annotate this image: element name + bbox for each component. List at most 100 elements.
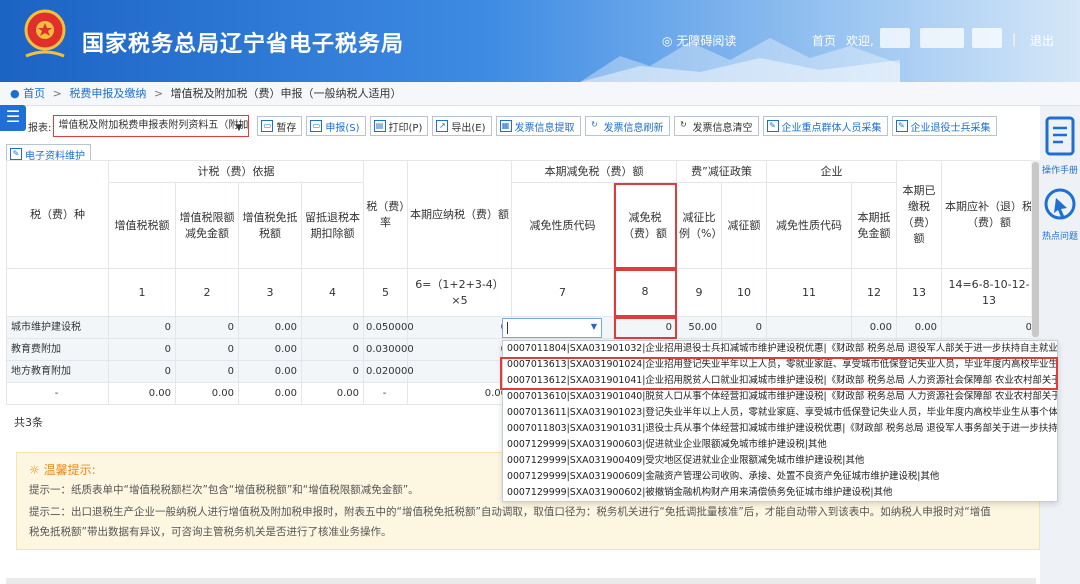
dropdown-option[interactable]: 0007013613|SXA031901024|企业招用登记失业半年以上人员，零… xyxy=(503,357,1057,373)
key-group-collect-button[interactable]: ✎ 企业重点群体人员采集 xyxy=(762,116,888,136)
cell-offset-amount: 0.00 xyxy=(851,316,898,339)
home-link[interactable]: 首页 xyxy=(812,32,836,49)
cell-retained-refund[interactable]: 0 xyxy=(301,338,364,361)
export-button[interactable]: ↗ 导出(E) xyxy=(432,116,492,136)
dropdown-option[interactable]: 0007011803|SXA031901031|退役士兵从事个体经营扣减城市维护… xyxy=(503,421,1057,437)
username-redacted xyxy=(880,28,910,48)
accessibility-link[interactable]: ◎ 无障碍阅读 xyxy=(662,32,736,49)
accessibility-label: 无障碍阅读 xyxy=(676,34,737,48)
export-label: 导出(E) xyxy=(451,122,486,134)
cell-vat-limit[interactable]: 0 xyxy=(175,338,239,361)
scrollbar-thumb[interactable] xyxy=(1032,162,1039,337)
col-number: 6=（1+2+3-4）×5 xyxy=(407,268,512,317)
col-number: 7 xyxy=(511,268,614,317)
header-vat-exempt-offset: 增值税免抵税额 xyxy=(238,182,302,269)
cell-vat-exempt[interactable]: 0.00 xyxy=(238,316,302,339)
invoice-refresh-label: 发票信息刷新 xyxy=(603,122,664,134)
username-redacted-2 xyxy=(920,28,964,48)
cell-reduce-ratio: 50.00 xyxy=(676,316,722,339)
dropdown-option[interactable]: 0007011804|SXA031901032|企业招用退役士兵扣减城市维护建设… xyxy=(503,341,1057,357)
dropdown-option[interactable]: 0007013610|SXA031901040|脱贫人口从事个体经营扣减城市维护… xyxy=(503,389,1057,405)
welcome-text: 欢迎, xyxy=(846,34,874,48)
invoice-refresh-button[interactable]: ↻ 发票信息刷新 xyxy=(584,116,670,136)
submit-button[interactable]: ▭ 申报(S) xyxy=(306,116,366,136)
breadcrumb-home[interactable]: 首页 xyxy=(23,87,45,100)
dropdown-option[interactable]: 0007129999|SXA031900609|金融资产管理公司收购、承接、处置… xyxy=(503,469,1057,485)
col-number: 1 xyxy=(108,268,176,317)
col-number: 4 xyxy=(301,268,364,317)
col-number: 3 xyxy=(238,268,302,317)
report-select[interactable]: 增值税及附加税费申报表附列资料五（附加 ▼ xyxy=(53,115,250,137)
cell-total: 0.00 xyxy=(301,382,364,405)
col-number: 11 xyxy=(766,268,853,317)
header-policy-group: 费”减征政策 xyxy=(675,160,768,183)
cell-paid: 0.00 xyxy=(896,316,943,339)
col-number: 5 xyxy=(363,268,408,317)
tip-line-2: 提示二：出口退税生产企业一般纳税人进行增值税及附加税申报时，附表五中的“增值税免… xyxy=(29,506,991,518)
dropdown-option[interactable]: 0007129999|SXA031900409|受灾地区促进就业企业限额减免城市… xyxy=(503,453,1057,469)
header-paid: 本期已缴税（费）额 xyxy=(896,160,943,269)
col-number: 13 xyxy=(896,268,943,317)
tax-emblem-logo xyxy=(24,9,66,58)
header-refund: 本期应补（退）税（费）额 xyxy=(941,160,1038,269)
hot-issues-tool[interactable]: 热点问题 xyxy=(1040,186,1080,242)
header-retained-refund: 留抵退税本期扣除额 xyxy=(301,182,364,269)
row-tax-name: 地方教育附加 xyxy=(6,360,109,383)
header-basis-group: 计税（费）依据 xyxy=(108,160,364,183)
header-enterprise-code: 减免性质代码 xyxy=(766,182,853,269)
header-reduce-amount: 减征额 xyxy=(720,182,768,269)
veteran-collect-button[interactable]: ✎ 企业退役士兵采集 xyxy=(891,116,997,136)
cell-enterprise-code[interactable] xyxy=(766,316,853,339)
cell-reduction-amount[interactable]: 0 xyxy=(613,316,677,339)
cell-rate: 0.050000 xyxy=(363,316,414,339)
hot-issues-label: 热点问题 xyxy=(1041,232,1078,242)
report-select-label: 报表: xyxy=(28,122,52,134)
header-enterprise-group: 企业 xyxy=(766,160,898,183)
location-pin-icon: ● xyxy=(10,87,20,100)
col-number: 14=6-8-10-12-13 xyxy=(941,268,1038,317)
row-tax-name: - xyxy=(6,382,109,405)
menu-toggle-icon[interactable]: ☰ xyxy=(0,105,26,131)
header-reduction-code: 减免性质代码 xyxy=(511,182,614,269)
print-button[interactable]: ▤ 打印(P) xyxy=(369,116,429,136)
col-number: 9 xyxy=(676,268,722,317)
dropdown-option[interactable]: 0007129999|SXA031900603|促进就业企业限额减免城市维护建设… xyxy=(503,437,1057,453)
reduction-code-dropdown: 0007011804|SXA031901032|企业招用退役士兵扣减城市维护建设… xyxy=(502,340,1058,502)
logout-link[interactable]: 退出 xyxy=(1030,32,1054,49)
invoice-extract-button[interactable]: ▦ 发票信息提取 xyxy=(495,116,581,136)
printer-icon: ▤ xyxy=(373,120,386,132)
cell-vat-limit[interactable]: 0 xyxy=(175,316,239,339)
cell-vat-exempt[interactable]: 0.00 xyxy=(238,360,302,383)
cell-payable: 0 xyxy=(407,316,512,339)
manual-tool[interactable]: 操作手册 xyxy=(1040,114,1080,176)
cell-retained-refund[interactable]: 0 xyxy=(301,360,364,383)
dropdown-option[interactable]: 0007013612|SXA031901041|企业招用脱贫人口就业扣减城市维护… xyxy=(503,373,1057,389)
header-banner: 国家税务总局辽宁省电子税务局 ◎ 无障碍阅读 首页 欢迎, | 退出 xyxy=(0,0,1080,82)
cell-total: - xyxy=(363,382,408,405)
cell-vat-amount[interactable]: 0 xyxy=(108,316,176,339)
cell-retained-refund[interactable]: 0 xyxy=(301,316,364,339)
eye-icon: ◎ xyxy=(662,34,673,48)
horizontal-scrollbar[interactable] xyxy=(6,578,1036,584)
cell-vat-amount[interactable]: 0 xyxy=(108,338,176,361)
reduction-code-select[interactable]: ▼ xyxy=(502,318,602,338)
row-tax-name: 教育费附加 xyxy=(6,338,109,361)
chevron-down-icon: ▼ xyxy=(235,123,243,133)
clear-icon: ↻ xyxy=(680,120,687,129)
chevron-down-icon: ▼ xyxy=(590,322,597,331)
key-group-collect-label: 企业重点群体人员采集 xyxy=(781,122,882,134)
cell-vat-limit[interactable]: 0 xyxy=(175,360,239,383)
cell-total: 0.00 xyxy=(108,382,176,405)
save-draft-button[interactable]: ▭ 暂存 xyxy=(257,116,303,136)
breadcrumb-separator: > xyxy=(52,87,62,100)
col-number: 10 xyxy=(720,268,768,317)
dropdown-option[interactable]: 0007129999|SXA031900602|被撤销金融机构财产用来清偿债务免… xyxy=(503,485,1057,501)
invoice-clear-button[interactable]: ↻ 发票信息清空 xyxy=(673,116,759,136)
tips-title-text: 温馨提示: xyxy=(43,463,96,477)
dropdown-option[interactable]: 0007013611|SXA031901023|登记失业半年以上人员，零就业家庭… xyxy=(503,405,1057,421)
cell-vat-exempt[interactable]: 0.00 xyxy=(238,338,302,361)
breadcrumb-tax-filing[interactable]: 税费申报及缴纳 xyxy=(69,87,146,100)
manual-book-icon xyxy=(1045,116,1075,156)
cell-vat-amount[interactable]: 0 xyxy=(108,360,176,383)
breadcrumb: ● 首页 > 税费申报及缴纳 > 增值税及附加税（费）申报（一般纳税人适用） xyxy=(0,82,1080,106)
